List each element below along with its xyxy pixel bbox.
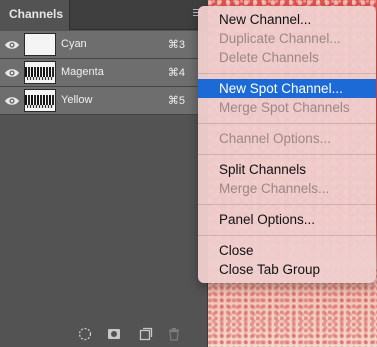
tab-channels[interactable]: Channels: [0, 0, 70, 30]
menu-separator: [198, 235, 376, 236]
menu-item-close[interactable]: Close: [198, 241, 376, 260]
menu-item-merge-channels: Merge Channels...: [219, 181, 330, 196]
menu-item-split-channels[interactable]: Split Channels: [198, 160, 376, 179]
trash-icon[interactable]: [167, 327, 181, 341]
visibility-eye-icon[interactable]: [4, 67, 20, 79]
channel-name: Magenta: [61, 66, 104, 78]
menu-separator: [198, 73, 376, 74]
channels-panel: Channels Cyan ⌘3 Magenta ⌘4 Yellow ⌘5: [0, 0, 208, 347]
channel-row-cyan[interactable]: Cyan ⌘3: [0, 31, 207, 59]
channel-row-yellow[interactable]: Yellow ⌘5: [0, 87, 207, 115]
load-selection-icon[interactable]: [78, 327, 92, 341]
menu-item-new-channel[interactable]: New Channel...: [198, 10, 376, 29]
menu-item-delete-channels: Delete Channels: [219, 50, 319, 65]
new-channel-icon[interactable]: [139, 327, 153, 341]
menu-separator: [198, 154, 376, 155]
channel-list: Cyan ⌘3 Magenta ⌘4 Yellow ⌘5: [0, 31, 207, 115]
channel-shortcut: ⌘5: [167, 95, 185, 107]
menu-item-close-tab-group[interactable]: Close Tab Group: [198, 260, 376, 279]
visibility-eye-icon[interactable]: [4, 95, 20, 107]
panel-toolbar: [0, 321, 207, 347]
channel-thumbnail: [24, 89, 56, 112]
channels-flyout-menu: New Channel... Duplicate Channel... Dele…: [198, 6, 376, 283]
menu-item-panel-options[interactable]: Panel Options...: [198, 210, 376, 229]
menu-item-channel-options: Channel Options...: [219, 131, 331, 146]
channel-shortcut: ⌘3: [167, 39, 185, 51]
visibility-eye-icon[interactable]: [4, 39, 20, 51]
channel-row-magenta[interactable]: Magenta ⌘4: [0, 59, 207, 87]
menu-separator: [198, 204, 376, 205]
channel-name: Yellow: [61, 94, 93, 106]
menu-item-merge-spot-channels: Merge Spot Channels: [219, 100, 350, 115]
menu-item-duplicate-channel: Duplicate Channel...: [219, 31, 341, 46]
channel-name: Cyan: [61, 38, 87, 50]
channel-shortcut: ⌘4: [167, 67, 185, 79]
menu-separator: [198, 123, 376, 124]
channel-thumbnail: [24, 61, 56, 84]
save-selection-icon[interactable]: [107, 327, 121, 341]
channel-thumbnail: [24, 33, 56, 56]
panel-tab-bar: Channels: [0, 0, 208, 30]
menu-item-new-spot-channel[interactable]: New Spot Channel...: [198, 79, 376, 98]
